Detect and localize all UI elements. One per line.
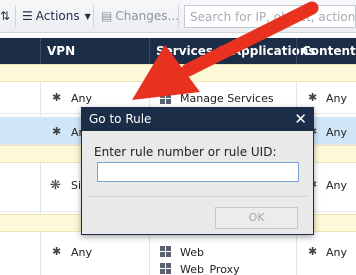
toolbar: ⇅ ☰ Actions ▼ ▤ Changes... Search for IP… [0, 0, 356, 33]
any-icon: ✱ [52, 245, 62, 258]
any-icon: ✱ [52, 125, 62, 138]
dialog-titlebar: Go to Rule ✕ [82, 108, 313, 131]
community-icon: ❋ [50, 178, 61, 193]
row-services: Manage Services [180, 92, 274, 105]
toolbar-separator [178, 5, 179, 27]
section-band [0, 64, 356, 82]
changes-button[interactable]: ▤ Changes... [101, 6, 179, 26]
column-header-vpn[interactable]: VPN [47, 44, 75, 58]
changes-icon: ▤ [101, 9, 113, 23]
any-icon: ✱ [308, 91, 318, 104]
row-services-2: Web_Proxy [180, 263, 240, 275]
ok-button[interactable]: OK [215, 207, 298, 229]
toolbar-overflow-icon: ⇅ [0, 9, 11, 23]
row-content: Any [326, 179, 348, 192]
toolbar-separator [15, 5, 16, 27]
column-divider [296, 38, 297, 64]
actions-menu-button[interactable]: ☰ Actions ▼ [22, 6, 91, 26]
toolbar-separator [93, 5, 94, 27]
close-icon[interactable]: ✕ [294, 110, 307, 128]
go-to-rule-dialog: Go to Rule ✕ Enter rule number or rule U… [81, 107, 314, 235]
dialog-title: Go to Rule [89, 112, 152, 126]
dialog-divider [88, 196, 308, 197]
column-divider [149, 38, 150, 64]
table-row[interactable]: ✱ Any Web Web_Proxy ✱ Any [0, 233, 356, 275]
menu-lines-icon: ☰ [22, 9, 33, 23]
changes-label: Changes... [115, 9, 179, 23]
row-content: Any [326, 246, 348, 259]
row-content: Any [326, 126, 348, 139]
services-icon [160, 246, 171, 257]
table-header: VPN Services & Applications Content [0, 38, 356, 64]
chevron-down-icon: ▼ [84, 11, 91, 21]
services-icon [160, 263, 171, 274]
services-icon [160, 93, 171, 104]
toolbar-left-overflow[interactable]: ⇅ [0, 6, 10, 26]
actions-label: Actions [35, 9, 80, 23]
rule-number-input[interactable] [97, 162, 299, 182]
rule-input-label: Enter rule number or rule UID: [94, 145, 277, 159]
any-icon: ✱ [52, 91, 62, 104]
row-content: Any [326, 92, 348, 105]
column-header-content[interactable]: Content [302, 44, 356, 58]
row-vpn: Any [71, 92, 93, 105]
column-divider [40, 38, 41, 64]
row-services: Web [180, 246, 204, 259]
any-icon: ✱ [308, 245, 318, 258]
search-placeholder: Search for IP, object, action, ... [190, 10, 356, 24]
search-input[interactable]: Search for IP, object, action, ... [184, 5, 356, 28]
column-header-services[interactable]: Services & Applications [156, 44, 316, 58]
row-vpn: Any [71, 246, 93, 259]
